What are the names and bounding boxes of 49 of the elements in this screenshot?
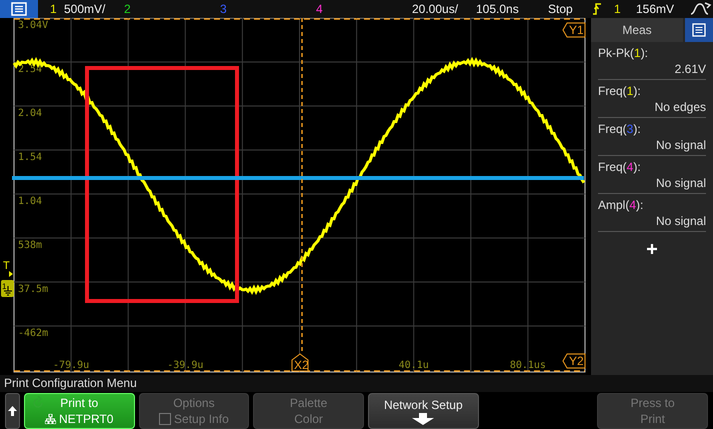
channel-number[interactable]: 1 [50, 2, 64, 16]
axis-label: 538m [18, 240, 42, 251]
up-arrow-icon [8, 406, 17, 416]
channel-scale: 500mV/ [64, 2, 106, 16]
add-icon[interactable] [647, 244, 657, 254]
axis-label: 1.54 [18, 152, 42, 163]
axis-label: -462m [18, 328, 48, 339]
axis-label: -79.9u [53, 360, 90, 371]
trigger-source: 1 [614, 2, 622, 16]
waveform-icon[interactable] [690, 2, 712, 16]
measurement-value: 2.61V [674, 61, 706, 77]
down-arrow-icon [412, 413, 434, 425]
menu-icon [692, 23, 706, 37]
menu-button[interactable] [0, 0, 38, 18]
axis-label: -39.9u [167, 360, 204, 371]
measurement-value: No signal [654, 137, 706, 153]
network-icon [44, 414, 56, 424]
measurement-label[interactable]: Ampl(4): [598, 198, 706, 213]
cursor-marker[interactable]: Y2 [562, 354, 586, 368]
channel-number[interactable]: 2 [124, 2, 138, 16]
back-button[interactable] [5, 393, 20, 429]
axis-label: 37.5m [18, 284, 48, 295]
axis-label: 80.1us [510, 360, 546, 371]
axis-label: 1.04 [18, 196, 42, 207]
channel-number[interactable]: 4 [316, 2, 330, 16]
measurement-value: No signal [654, 175, 706, 191]
axis-label: 40.1u [398, 360, 429, 371]
axis-label: 3.04V [18, 20, 48, 31]
menu-button[interactable] [685, 18, 713, 42]
timebase: 20.00us/ [412, 2, 460, 16]
measurement-label[interactable]: Freq(4): [598, 160, 706, 175]
measurement-value: No edges [654, 99, 706, 115]
measurement-label[interactable]: Pk-Pk(1): [598, 46, 706, 61]
menu-icon [11, 2, 27, 16]
delay: 105.0ns [476, 2, 520, 16]
run-state: Stop [548, 2, 574, 16]
ground-marker[interactable]: 1 [1, 280, 14, 297]
trigger-edge-icon [592, 3, 602, 15]
cursor-marker[interactable]: Y1 [562, 22, 586, 38]
panel-tab[interactable]: Meas [591, 18, 683, 42]
measurement-value: No signal [654, 213, 706, 229]
measurement-label[interactable]: Freq(3): [598, 122, 706, 137]
print-to-button[interactable]: Print to NETPRT0 [24, 393, 135, 429]
axis-label: 2.04 [18, 108, 42, 119]
network-setup-button[interactable]: Network Setup [368, 393, 479, 429]
menu-title: Print Configuration Menu [0, 375, 713, 392]
channel-number[interactable]: 3 [220, 2, 234, 16]
trigger-level: 156mV [636, 2, 676, 16]
measurement-label[interactable]: Freq(1): [598, 84, 706, 99]
